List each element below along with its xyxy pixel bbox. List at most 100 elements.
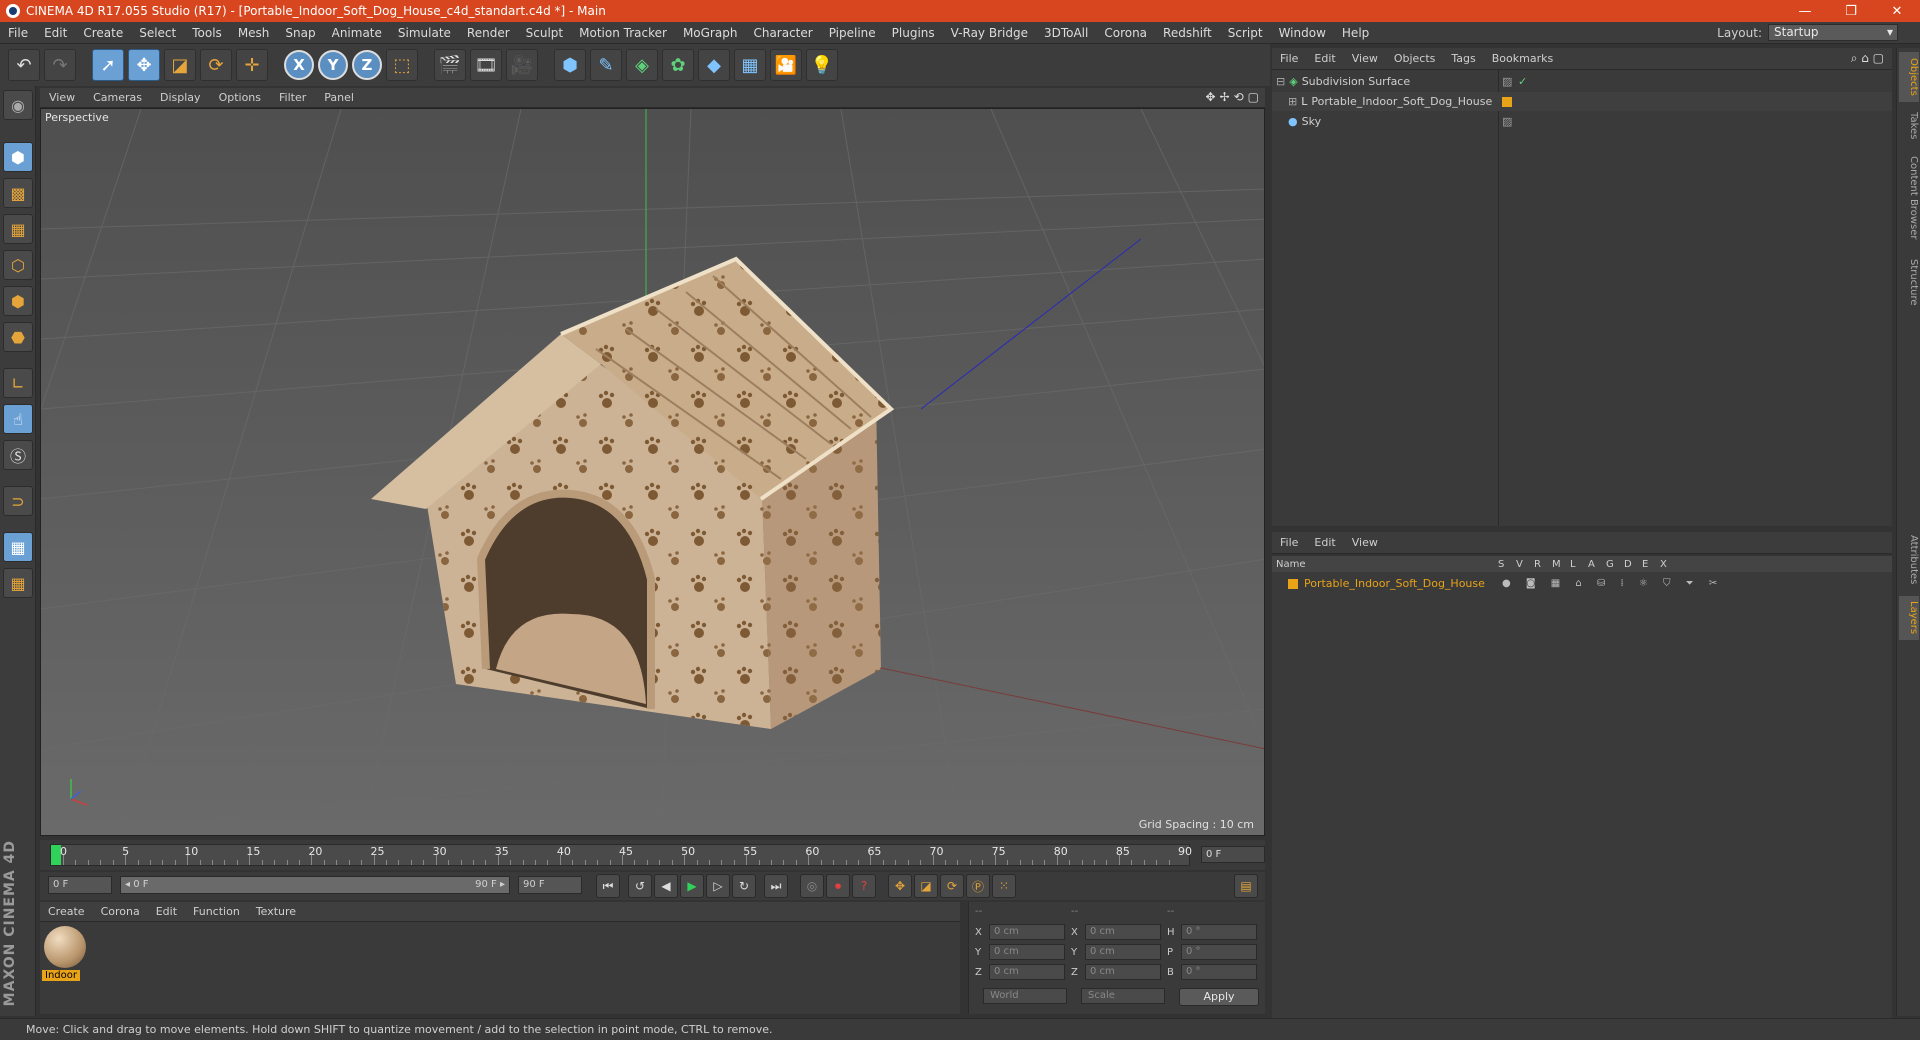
viewport-menu-view[interactable]: View — [40, 91, 84, 104]
camera-icon[interactable]: 🎦 — [770, 49, 802, 81]
next-key-icon[interactable]: ↻ — [732, 874, 756, 898]
current-frame-field[interactable]: 0 F — [1201, 846, 1265, 863]
layer-row-dog-house[interactable]: Portable_Indoor_Soft_Dog_House ● ◙ ▦ ⌂ ⛁… — [1272, 574, 1892, 593]
record-active-icon[interactable]: ⏺ — [826, 874, 850, 898]
preview-range-slider[interactable]: ◂ 0 F 90 F ▸ — [120, 876, 510, 894]
go-to-end-icon[interactable]: ⏭ — [764, 874, 788, 898]
obj-menu-edit[interactable]: Edit — [1306, 52, 1343, 65]
key-pla-icon[interactable]: ⁙ — [992, 874, 1016, 898]
restore-button[interactable]: ❐ — [1828, 0, 1874, 22]
rotate-tool-icon[interactable]: ⟳ — [200, 49, 232, 81]
go-to-start-icon[interactable]: ⏮ — [596, 874, 620, 898]
layer-menu-file[interactable]: File — [1272, 536, 1306, 549]
play-icon[interactable]: ▶ — [680, 874, 704, 898]
menu-window[interactable]: Window — [1271, 26, 1334, 40]
subdivision-surface-icon[interactable]: ◈ — [626, 49, 658, 81]
perspective-viewport[interactable]: Perspective Grid Spacing : 10 cm — [40, 108, 1265, 836]
tab-attributes[interactable]: Attributes — [1899, 528, 1919, 592]
model-mode-icon[interactable]: ⬢ — [3, 142, 33, 172]
material-menu-create[interactable]: Create — [40, 905, 93, 918]
lock-workplane-icon[interactable]: ▦ — [3, 532, 33, 562]
obj-search-icon[interactable]: ⌕ ⌂ ▢ — [1851, 51, 1884, 66]
size-z-field[interactable]: 0 cm — [1085, 964, 1161, 980]
texture-mode-icon[interactable]: ▩ — [3, 178, 33, 208]
enabled-check-icon[interactable]: ✓ — [1518, 75, 1527, 88]
visibility-toggle-icon[interactable]: ▨ — [1502, 75, 1512, 88]
rotation-p-field[interactable]: 0 ° — [1181, 944, 1257, 960]
layer-menu-view[interactable]: View — [1344, 536, 1386, 549]
menu-simulate[interactable]: Simulate — [390, 26, 459, 40]
key-rotation-icon[interactable]: ⟳ — [940, 874, 964, 898]
edges-mode-icon[interactable]: ⬢ — [3, 286, 33, 316]
position-y-field[interactable]: 0 cm — [989, 944, 1065, 960]
autokey-help-icon[interactable]: ? — [852, 874, 876, 898]
layout-dropdown[interactable]: Startup — [1768, 24, 1898, 41]
menu-plugins[interactable]: Plugins — [884, 26, 943, 40]
tab-content-browser[interactable]: Content Browser — [1899, 148, 1919, 248]
material-menu-edit[interactable]: Edit — [148, 905, 185, 918]
position-x-field[interactable]: 0 cm — [989, 924, 1065, 940]
menu-3dtoall[interactable]: 3DToAll — [1036, 26, 1096, 40]
step-back-icon[interactable]: ◀ — [654, 874, 678, 898]
live-selection-icon[interactable]: ➚ — [92, 49, 124, 81]
undo-icon[interactable]: ↶ — [8, 49, 40, 81]
coordinate-system-icon[interactable]: ⬚ — [386, 49, 418, 81]
object-row-sky[interactable]: ● Sky ▨ — [1272, 112, 1892, 131]
menu-animate[interactable]: Animate — [324, 26, 390, 40]
coord-mode-dropdown[interactable]: Scale — [1081, 988, 1165, 1004]
menu-render[interactable]: Render — [459, 26, 518, 40]
key-scale-icon[interactable]: ◪ — [914, 874, 938, 898]
move-tool-icon[interactable]: ✥ — [128, 49, 160, 81]
material-menu-corona[interactable]: Corona — [93, 905, 148, 918]
material-name-label[interactable]: Indoor — [42, 970, 80, 981]
render-picture-viewer-icon[interactable]: 🎞 — [470, 49, 502, 81]
menu-mesh[interactable]: Mesh — [230, 26, 278, 40]
timeline-ruler[interactable]: 0 5 10 15 20 25 30 35 40 45 50 55 60 65 70 75 80 85 90 — [50, 844, 1192, 866]
tweak-mode-icon[interactable]: ☝ — [3, 404, 33, 434]
viewport-menu-options[interactable]: Options — [210, 91, 270, 104]
rotation-b-field[interactable]: 0 ° — [1181, 964, 1257, 980]
expand-icon[interactable]: ⊞ — [1288, 95, 1297, 108]
snapping-icon[interactable]: Ⓢ — [3, 440, 33, 470]
layer-name[interactable]: Portable_Indoor_Soft_Dog_House — [1304, 577, 1485, 590]
obj-menu-objects[interactable]: Objects — [1386, 52, 1444, 65]
menu-snap[interactable]: Snap — [277, 26, 323, 40]
menu-help[interactable]: Help — [1334, 26, 1377, 40]
menu-sculpt[interactable]: Sculpt — [518, 26, 571, 40]
polygons-mode-icon[interactable]: ⬣ — [3, 322, 33, 352]
menu-script[interactable]: Script — [1220, 26, 1271, 40]
key-position-icon[interactable]: ✥ — [888, 874, 912, 898]
material-menu-texture[interactable]: Texture — [248, 905, 304, 918]
scale-tool-icon[interactable]: ◪ — [164, 49, 196, 81]
menu-character[interactable]: Character — [745, 26, 820, 40]
size-y-field[interactable]: 0 cm — [1085, 944, 1161, 960]
light-icon[interactable]: 💡 — [806, 49, 838, 81]
collapse-icon[interactable]: ⊟ — [1276, 75, 1285, 88]
layer-color-swatch[interactable] — [1288, 578, 1298, 589]
menu-tools[interactable]: Tools — [184, 26, 230, 40]
material-menu-function[interactable]: Function — [185, 905, 248, 918]
material-preview-ball[interactable] — [44, 926, 86, 968]
spline-pen-icon[interactable]: ✎ — [590, 49, 622, 81]
layer-flags-icons[interactable]: ● ◙ ▦ ⌂ ⛁ ⁞ ⚛ ⛉ ⏷ ✂ — [1502, 578, 1723, 589]
menu-mograph[interactable]: MoGraph — [675, 26, 746, 40]
layer-menu-edit[interactable]: Edit — [1306, 536, 1343, 549]
make-editable-icon[interactable]: ◉ — [3, 90, 33, 120]
object-row-subdivision-surface[interactable]: ⊟ ◈ Subdivision Surface ▨ ✓ — [1272, 72, 1892, 91]
size-x-field[interactable]: 0 cm — [1085, 924, 1161, 940]
object-row-dog-house[interactable]: ⊞ L Portable_Indoor_Soft_Dog_House — [1272, 92, 1892, 111]
menu-vray-bridge[interactable]: V-Ray Bridge — [943, 26, 1036, 40]
obj-menu-view[interactable]: View — [1344, 52, 1386, 65]
apply-button[interactable]: Apply — [1179, 988, 1259, 1006]
z-axis-icon[interactable]: Z — [352, 50, 382, 80]
deformer-icon[interactable]: ◆ — [698, 49, 730, 81]
menu-redshift[interactable]: Redshift — [1155, 26, 1220, 40]
obj-menu-bookmarks[interactable]: Bookmarks — [1484, 52, 1561, 65]
transform-tool-icon[interactable]: ✛ — [236, 49, 268, 81]
previous-key-icon[interactable]: ↺ — [628, 874, 652, 898]
dolly-icon[interactable]: ✢ — [1220, 90, 1230, 104]
mograph-cloner-icon[interactable]: ✿ — [662, 49, 694, 81]
maximize-view-icon[interactable]: ▢ — [1248, 90, 1259, 104]
close-button[interactable]: ✕ — [1874, 0, 1920, 22]
tab-takes[interactable]: Takes — [1899, 106, 1919, 146]
